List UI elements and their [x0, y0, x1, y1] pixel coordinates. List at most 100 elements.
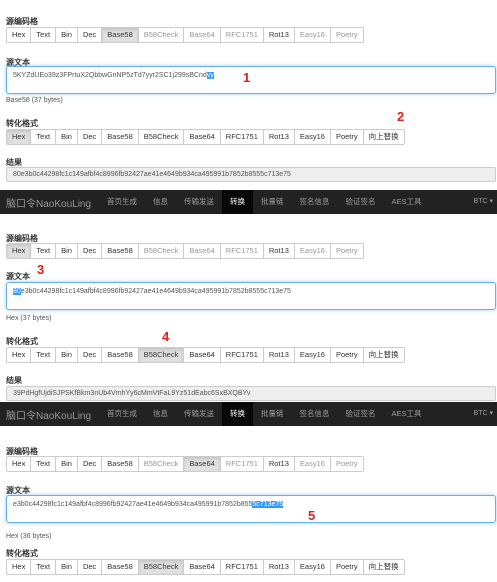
src-b58check-button[interactable]: B58Check [137, 243, 185, 259]
target-rfc1751-button[interactable]: RFC1751 [219, 559, 264, 575]
target-easy16-button[interactable]: Easy16 [293, 129, 331, 145]
annotation-marker-1: 1 [243, 70, 251, 85]
target-poetry-button[interactable]: Poetry [329, 347, 364, 363]
target-poetry-button[interactable]: Poetry [329, 129, 364, 145]
target-dec-button[interactable]: Dec [76, 559, 103, 575]
target-bin-button[interactable]: Bin [55, 559, 78, 575]
target-bin-button[interactable]: Bin [55, 129, 78, 145]
target-rfc1751-button[interactable]: RFC1751 [219, 347, 264, 363]
src-rot13-button[interactable]: Rot13 [262, 243, 295, 259]
src-dec-button[interactable]: Dec [76, 27, 103, 43]
nav-item-0[interactable]: 首页生成 [99, 402, 145, 426]
src-dec-button[interactable]: Dec [76, 456, 103, 472]
target-hex-button[interactable]: Hex [6, 347, 32, 363]
nav-item-5[interactable]: 签名信息 [292, 190, 338, 214]
src-encoding-group-1: Hex Text Bin Dec Base58 B58Check Base64 RFC1751… [6, 27, 364, 43]
src-hex-button[interactable]: Hex [6, 27, 32, 43]
target-base64-button[interactable]: Base64 [183, 559, 221, 575]
replace-up-button[interactable]: 向上替换 [362, 559, 405, 575]
src-b58check-button[interactable]: B58Check [137, 27, 185, 43]
target-format-group-3: Hex Text Bin Dec Base58 B58Check Base64 RFC1751… [6, 559, 405, 575]
target-hex-button[interactable]: Hex [6, 559, 32, 575]
result-label: 结果 [6, 376, 22, 385]
target-rot13-button[interactable]: Rot13 [262, 347, 295, 363]
target-b58check-button[interactable]: B58Check [137, 559, 185, 575]
src-base64-button[interactable]: Base64 [183, 27, 221, 43]
target-base58-button[interactable]: Base58 [101, 559, 139, 575]
target-base64-button[interactable]: Base64 [183, 347, 221, 363]
currency-dropdown[interactable]: BTC ▾ [474, 402, 493, 426]
nav-item-0[interactable]: 首页生成 [99, 190, 145, 214]
src-bin-button[interactable]: Bin [55, 456, 78, 472]
annotation-marker-2: 2 [397, 109, 405, 124]
target-b58check-button[interactable]: B58Check [137, 347, 185, 363]
src-bin-button[interactable]: Bin [55, 243, 78, 259]
target-dec-button[interactable]: Dec [76, 129, 103, 145]
target-b58check-button[interactable]: B58Check [137, 129, 185, 145]
src-hex-button[interactable]: Hex [6, 456, 32, 472]
src-base58-button[interactable]: Base58 [101, 243, 139, 259]
src-text-button[interactable]: Text [30, 243, 57, 259]
target-rot13-button[interactable]: Rot13 [262, 559, 295, 575]
target-easy16-button[interactable]: Easy16 [293, 559, 331, 575]
nav-item-6[interactable]: 验证签名 [338, 190, 384, 214]
src-rfc1751-button[interactable]: RFC1751 [219, 243, 264, 259]
src-easy16-button[interactable]: Easy16 [293, 456, 331, 472]
replace-up-button[interactable]: 向上替换 [362, 129, 405, 145]
nav-item-1[interactable]: 信息 [145, 190, 176, 214]
nav-item-5[interactable]: 签名信息 [292, 402, 338, 426]
src-base64-button[interactable]: Base64 [183, 243, 221, 259]
target-hex-button[interactable]: Hex [6, 129, 32, 145]
nav-item-3[interactable]: 转换 [222, 402, 254, 426]
src-poetry-button[interactable]: Poetry [329, 243, 364, 259]
src-base64-button[interactable]: Base64 [183, 456, 221, 472]
nav-item-4[interactable]: 批量链 [253, 190, 292, 214]
target-text-button[interactable]: Text [30, 559, 57, 575]
nav-item-7[interactable]: AES工具 [384, 402, 430, 426]
src-rot13-button[interactable]: Rot13 [262, 27, 295, 43]
target-easy16-button[interactable]: Easy16 [293, 347, 331, 363]
source-text-input-3[interactable]: e3b0c44298fc1c149afbf4c8996fb92427ae41e4… [6, 495, 496, 523]
nav-item-7[interactable]: AES工具 [384, 190, 430, 214]
nav-item-3[interactable]: 转换 [222, 190, 254, 214]
currency-dropdown[interactable]: BTC ▾ [474, 190, 493, 214]
target-base58-button[interactable]: Base58 [101, 129, 139, 145]
target-text-button[interactable]: Text [30, 129, 57, 145]
src-base58-button[interactable]: Base58 [101, 27, 139, 43]
nav-item-1[interactable]: 信息 [145, 402, 176, 426]
replace-up-button[interactable]: 向上替换 [362, 347, 405, 363]
src-rfc1751-button[interactable]: RFC1751 [219, 27, 264, 43]
source-text-input-2[interactable]: 80e3b0c44298fc1c149afbf4c8996fb92427ae41… [6, 282, 496, 310]
src-easy16-button[interactable]: Easy16 [293, 27, 331, 43]
nav-item-4[interactable]: 批量链 [253, 402, 292, 426]
src-encoding-group-2: Hex Text Bin Dec Base58 B58Check Base64 RFC1751… [6, 243, 364, 259]
nav-item-2[interactable]: 传输发送 [176, 402, 222, 426]
target-bin-button[interactable]: Bin [55, 347, 78, 363]
target-rot13-button[interactable]: Rot13 [262, 129, 295, 145]
src-poetry-button[interactable]: Poetry [329, 456, 364, 472]
src-hex-button[interactable]: Hex [6, 243, 32, 259]
src-text-button[interactable]: Text [30, 27, 57, 43]
target-base58-button[interactable]: Base58 [101, 347, 139, 363]
src-rfc1751-button[interactable]: RFC1751 [219, 456, 264, 472]
brand-logo-text[interactable]: 脑口令NaoKouLing [0, 407, 99, 422]
src-text-button[interactable]: Text [30, 456, 57, 472]
src-base58-button[interactable]: Base58 [101, 456, 139, 472]
src-bin-button[interactable]: Bin [55, 27, 78, 43]
src-poetry-button[interactable]: Poetry [329, 27, 364, 43]
target-dec-button[interactable]: Dec [76, 347, 103, 363]
src-b58check-button[interactable]: B58Check [137, 456, 185, 472]
source-text-input-1[interactable]: 5KYZdUEo39z3FPrtuX2QbbwGnNP5zTd7yyr2SC1j… [6, 66, 496, 94]
target-base64-button[interactable]: Base64 [183, 129, 221, 145]
target-rfc1751-button[interactable]: RFC1751 [219, 129, 264, 145]
src-dec-button[interactable]: Dec [76, 243, 103, 259]
nav-item-6[interactable]: 验证签名 [338, 402, 384, 426]
src-easy16-button[interactable]: Easy16 [293, 243, 331, 259]
target-poetry-button[interactable]: Poetry [329, 559, 364, 575]
caret-down-icon: ▾ [487, 410, 493, 417]
target-text-button[interactable]: Text [30, 347, 57, 363]
target-format-label: 转化格式 [6, 549, 38, 558]
nav-item-2[interactable]: 传输发送 [176, 190, 222, 214]
brand-logo-text[interactable]: 脑口令NaoKouLing [0, 195, 99, 210]
src-rot13-button[interactable]: Rot13 [262, 456, 295, 472]
